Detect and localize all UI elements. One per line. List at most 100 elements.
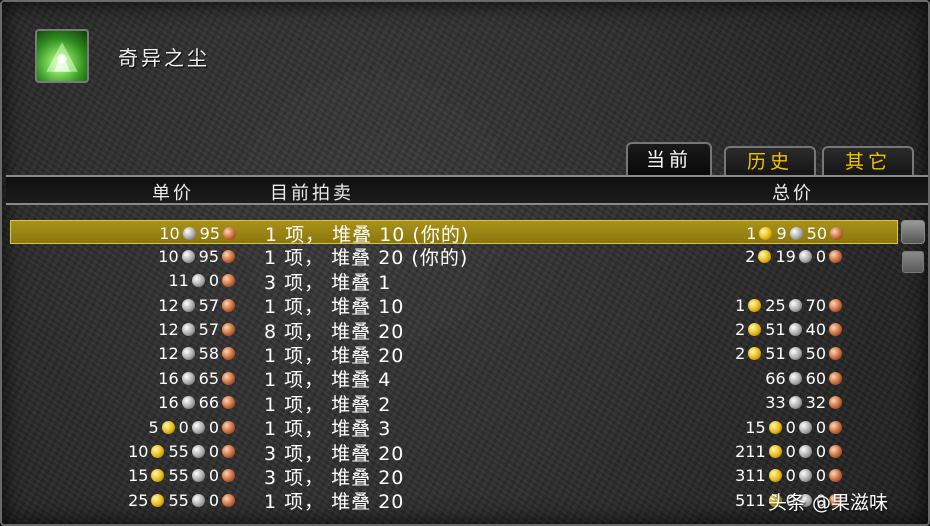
auction-row[interactable]: 10 55 0 3 项， 堆叠 20 211 0 0 (10, 440, 898, 465)
column-header-bar: 单价 目前拍卖 总价 (6, 175, 928, 205)
total-price: 1 25 70 (630, 293, 842, 317)
auction-row[interactable]: 10 95 1 项， 堆叠 20 (你的) 2 19 0 (10, 244, 898, 270)
gold-amount: 1 (746, 223, 773, 243)
copper-coin-icon (829, 323, 842, 337)
copper-amount: 0 (209, 418, 235, 437)
copper-value: 32 (805, 393, 826, 413)
copper-coin-icon (829, 298, 842, 312)
silver-amount: 9 (776, 223, 803, 243)
gold-value: 2 (745, 246, 756, 266)
copper-coin-icon (829, 420, 842, 434)
gold-coin-icon (151, 445, 165, 459)
unit-price: 12 58 (70, 342, 235, 366)
auction-row[interactable]: 16 66 1 项， 堆叠 2 33 32 (10, 391, 898, 416)
copper-value: 95 (198, 246, 219, 266)
auction-row[interactable]: 11 0 3 项， 堆叠 1 (10, 269, 898, 294)
gold-value: 1 (746, 223, 757, 243)
silver-value: 55 (168, 466, 189, 486)
tab-other[interactable]: 其它 (822, 146, 914, 178)
auction-row[interactable]: 16 65 1 项， 堆叠 4 66 60 (10, 366, 898, 391)
tab-history[interactable]: 历史 (724, 146, 816, 178)
copper-value: 0 (815, 466, 826, 486)
gold-coin-icon (768, 445, 782, 459)
gold-amount: 15 (128, 466, 165, 485)
auction-row[interactable]: 12 58 1 项， 堆叠 20 2 51 50 (10, 342, 898, 367)
gold-value: 15 (745, 417, 766, 437)
silver-value: 19 (775, 246, 796, 266)
copper-amount: 0 (816, 418, 842, 437)
silver-value: 10 (159, 223, 180, 243)
copper-coin-icon (223, 226, 236, 240)
gold-amount: 10 (128, 442, 165, 461)
copper-value: 50 (805, 344, 826, 364)
silver-amount: 55 (168, 490, 205, 510)
copper-value: 60 (805, 368, 826, 388)
auction-row[interactable]: 12 57 1 项， 堆叠 10 1 25 70 (10, 293, 898, 318)
total-price-header[interactable]: 总价 (772, 179, 814, 205)
copper-value: 66 (198, 393, 219, 413)
auction-row[interactable]: 10 95 1 项， 堆叠 10 (你的) 1 9 50 (10, 220, 898, 246)
silver-amount: 55 (168, 466, 205, 486)
gold-amount: 311 (735, 466, 782, 485)
auction-row[interactable]: 5001 项， 堆叠 3 15 0 0 (10, 415, 898, 441)
silver-value: 16 (158, 368, 179, 388)
copper-amount: 58 (199, 344, 235, 363)
auction-row[interactable]: 12 57 8 项， 堆叠 20 2 51 40 (10, 318, 898, 343)
copper-value: 0 (815, 442, 826, 462)
gold-amount: 1 (735, 296, 762, 315)
copper-amount: 66 (199, 393, 235, 412)
silver-value: 0 (178, 417, 189, 437)
total-price: 211 0 0 (630, 440, 842, 464)
unit-price: 500 (70, 415, 235, 439)
unit-price-header[interactable]: 单价 (152, 179, 194, 205)
silver-amount: 0 (786, 442, 812, 461)
scroll-up-button[interactable] (901, 220, 925, 244)
silver-value: 9 (776, 223, 787, 243)
gold-amount: 5 (148, 418, 175, 437)
unit-price: 12 57 (70, 293, 235, 317)
listing-description: 1 项， 堆叠 20 (你的) (264, 247, 469, 270)
silver-amount: 12 (158, 320, 195, 339)
silver-amount: 66 (765, 369, 802, 388)
silver-value: 12 (158, 344, 179, 364)
copper-value: 57 (198, 295, 219, 315)
listing-description: 1 项， 堆叠 3 (264, 418, 392, 441)
silver-coin-icon (789, 226, 803, 240)
gold-coin-icon (748, 347, 762, 361)
listing-description: 3 项， 堆叠 20 (264, 442, 405, 465)
silver-value: 55 (168, 442, 189, 462)
copper-value: 58 (198, 344, 219, 364)
copper-amount: 0 (816, 466, 842, 485)
unit-price: 10 95 (71, 221, 236, 245)
copper-amount: 65 (199, 369, 235, 388)
scroll-thumb[interactable] (902, 251, 924, 273)
silver-value: 55 (168, 490, 189, 510)
silver-value: 25 (765, 295, 786, 315)
silver-coin-icon (798, 469, 812, 483)
copper-coin-icon (830, 226, 843, 240)
current-auction-header[interactable]: 目前拍卖 (270, 179, 354, 205)
copper-coin-icon (829, 445, 842, 459)
copper-coin-icon (829, 396, 842, 410)
gold-coin-icon (748, 323, 762, 337)
gold-amount: 15 (745, 417, 782, 437)
silver-coin-icon (181, 396, 195, 410)
auction-row[interactable]: 15 55 0 3 项， 堆叠 20 311 0 0 (10, 464, 898, 489)
silver-amount: 51 (765, 320, 802, 339)
auction-row[interactable]: 25 55 0 1 项， 堆叠 20 511 0 0 (10, 488, 898, 514)
strange-dust-item-icon[interactable] (35, 29, 89, 83)
total-price: 33 32 (630, 391, 842, 415)
silver-amount: 16 (158, 393, 195, 412)
copper-coin-icon (829, 249, 842, 263)
silver-value: 0 (785, 466, 796, 486)
copper-amount: 0 (209, 491, 235, 510)
copper-value: 65 (198, 368, 219, 388)
silver-amount: 25 (765, 295, 802, 315)
listing-description: 1 项， 堆叠 20 (264, 491, 405, 514)
silver-value: 51 (765, 344, 786, 364)
unit-price: 15 55 0 (70, 464, 235, 488)
silver-value: 12 (158, 295, 179, 315)
silver-amount: 10 (158, 247, 195, 266)
copper-amount: 32 (806, 393, 842, 412)
unit-price: 11 0 (70, 269, 235, 293)
